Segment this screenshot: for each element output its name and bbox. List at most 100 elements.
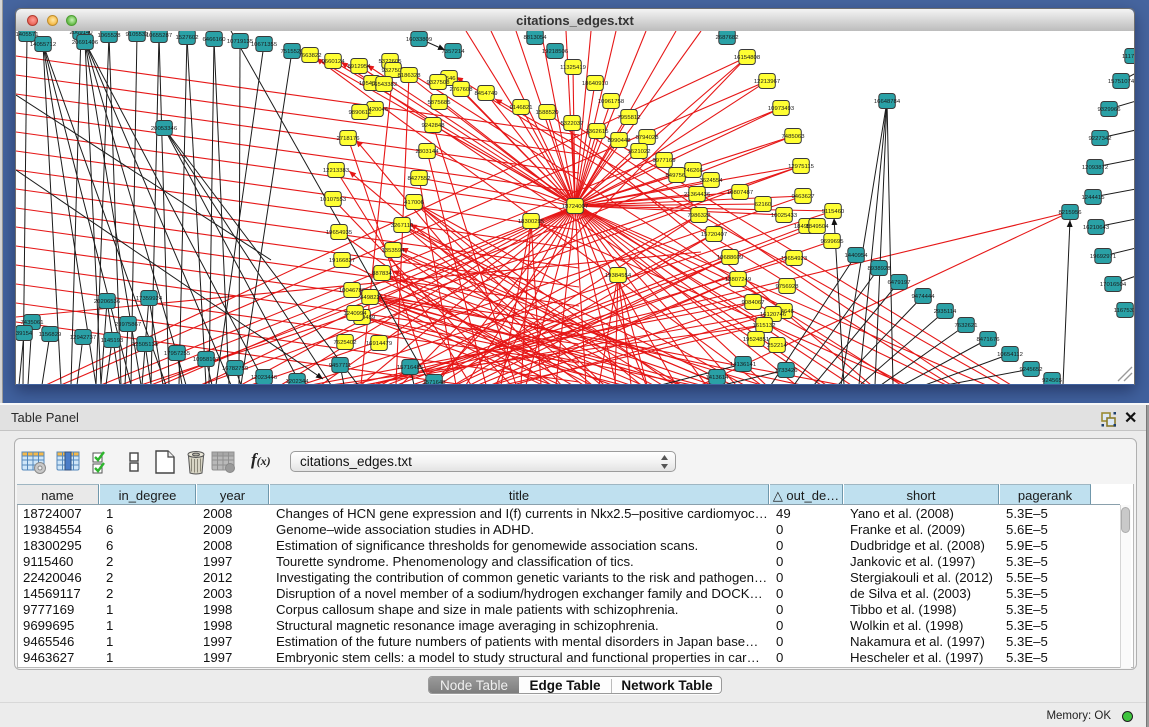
svg-text:1849504: 1849504 [806, 224, 830, 230]
svg-text:19524851: 19524851 [743, 337, 769, 343]
svg-text:12505135: 12505135 [132, 342, 159, 348]
svg-text:10025433: 10025433 [771, 213, 798, 219]
svg-text:15751074: 15751074 [1108, 79, 1134, 85]
svg-text:10958107: 10958107 [193, 357, 219, 363]
svg-text:6794028: 6794028 [636, 135, 660, 141]
svg-text:16648784: 16648784 [874, 99, 901, 105]
svg-text:8186328: 8186328 [398, 73, 422, 79]
svg-text:17016504: 17016504 [1100, 282, 1127, 288]
svg-text:9227342: 9227342 [1089, 136, 1112, 142]
svg-text:887834: 887834 [372, 271, 392, 277]
svg-text:10807487: 10807487 [727, 190, 753, 196]
svg-text:9463627: 9463627 [792, 194, 815, 200]
svg-text:1527602: 1527602 [176, 35, 199, 41]
svg-text:16543382: 16543382 [371, 82, 397, 88]
svg-text:1413614: 1413614 [706, 375, 730, 381]
svg-text:18300295: 18300295 [518, 219, 545, 225]
svg-text:449822: 449822 [360, 295, 380, 301]
svg-text:19654923: 19654923 [781, 256, 808, 262]
svg-text:12213383: 12213383 [323, 168, 350, 174]
svg-text:18640910: 18640910 [582, 81, 609, 87]
svg-text:19218506: 19218506 [542, 49, 569, 55]
svg-text:12213967: 12213967 [754, 79, 780, 85]
svg-text:417006: 417006 [404, 200, 424, 206]
svg-text:9329966: 9329966 [1098, 107, 1122, 113]
svg-text:1065528: 1065528 [98, 33, 122, 39]
svg-text:9242848: 9242848 [422, 123, 446, 129]
svg-text:18724007: 18724007 [562, 204, 588, 210]
svg-text:9146821: 9146821 [510, 105, 533, 111]
svg-text:20053346: 20053346 [151, 126, 178, 132]
svg-text:19384554: 19384554 [605, 273, 632, 279]
svg-text:6466160: 6466160 [203, 37, 227, 43]
svg-text:8938928: 8938928 [868, 266, 892, 272]
svg-text:20206536: 20206536 [94, 299, 121, 305]
svg-text:1156829: 1156829 [39, 332, 62, 338]
svg-text:8813054: 8813054 [524, 35, 548, 41]
svg-text:7357214: 7357214 [442, 49, 466, 55]
svg-text:1244415: 1244415 [1082, 195, 1106, 201]
svg-text:2803144: 2803144 [416, 149, 440, 155]
svg-text:1362615: 1362615 [586, 129, 610, 135]
svg-text:746266: 746266 [683, 168, 703, 174]
svg-text:5322037: 5322037 [561, 121, 584, 127]
svg-text:9084067: 9084067 [742, 300, 765, 306]
svg-text:14055712: 14055712 [30, 42, 56, 48]
svg-text:11325419: 11325419 [560, 65, 586, 71]
svg-text:9327508: 9327508 [427, 80, 451, 86]
svg-text:2687682: 2687682 [716, 35, 739, 41]
svg-text:19166827: 19166827 [329, 258, 355, 264]
svg-text:12093872: 12093872 [1082, 165, 1108, 171]
svg-text:15716485: 15716485 [397, 365, 424, 371]
svg-text:9977169: 9977169 [653, 158, 676, 164]
svg-text:8471676: 8471676 [977, 337, 1001, 343]
svg-text:1571648: 1571648 [423, 380, 447, 384]
svg-text:19654935: 19654935 [326, 230, 353, 236]
svg-text:18807249: 18807249 [725, 277, 751, 283]
svg-text:8912954: 8912954 [348, 64, 372, 70]
svg-text:16914479: 16914479 [366, 341, 392, 347]
svg-text:10655287: 10655287 [146, 33, 172, 39]
svg-text:12975115: 12975115 [788, 164, 814, 170]
svg-text:16782759: 16782759 [222, 366, 248, 372]
svg-text:10961758: 10961758 [598, 99, 625, 105]
svg-text:9474444: 9474444 [912, 294, 936, 300]
svg-text:1240994: 1240994 [344, 311, 368, 317]
svg-text:7955812: 7955812 [618, 115, 641, 121]
svg-text:10671355: 10671355 [251, 42, 278, 48]
svg-text:2767608: 2767608 [450, 87, 474, 93]
svg-text:7663822: 7663822 [299, 53, 322, 59]
svg-text:10719135: 10719135 [227, 39, 254, 45]
svg-text:10107553: 10107553 [320, 197, 347, 203]
svg-text:9457711: 9457711 [329, 363, 352, 369]
svg-text:62160: 62160 [755, 202, 772, 208]
svg-text:23975867: 23975867 [115, 322, 141, 328]
svg-text:9756928: 9756928 [776, 284, 800, 290]
svg-text:8215956: 8215956 [1059, 210, 1083, 216]
svg-text:1202344: 1202344 [286, 379, 310, 384]
svg-text:12023446: 12023446 [251, 375, 278, 381]
svg-text:1588520: 1588520 [536, 110, 560, 116]
svg-text:20691406: 20691406 [72, 40, 99, 46]
svg-text:9660124: 9660124 [322, 59, 346, 65]
svg-text:8990448: 8990448 [608, 138, 632, 144]
svg-text:6479197: 6479197 [888, 280, 911, 286]
svg-text:39154: 39154 [16, 331, 33, 337]
svg-text:1440954: 1440954 [845, 253, 869, 259]
svg-text:1353594: 1353594 [382, 248, 406, 254]
svg-text:7986322: 7986322 [688, 213, 711, 219]
svg-text:9245652: 9245652 [1020, 367, 1043, 373]
svg-text:17359924: 17359924 [136, 296, 163, 302]
svg-text:3267110: 3267110 [391, 223, 414, 229]
svg-text:7625402: 7625402 [334, 340, 357, 346]
svg-text:16033809: 16033809 [406, 37, 432, 43]
svg-text:2718176: 2718176 [337, 136, 361, 142]
svg-text:1117531: 1117531 [1122, 54, 1134, 60]
svg-text:9115460: 9115460 [822, 209, 845, 215]
svg-text:2935114: 2935114 [934, 309, 957, 315]
svg-text:14136141: 14136141 [730, 362, 756, 368]
svg-text:3624554: 3624554 [700, 178, 724, 184]
svg-text:252214: 252214 [767, 343, 787, 349]
svg-text:9699695: 9699695 [821, 239, 845, 245]
svg-text:1167531: 1167531 [1114, 308, 1134, 314]
